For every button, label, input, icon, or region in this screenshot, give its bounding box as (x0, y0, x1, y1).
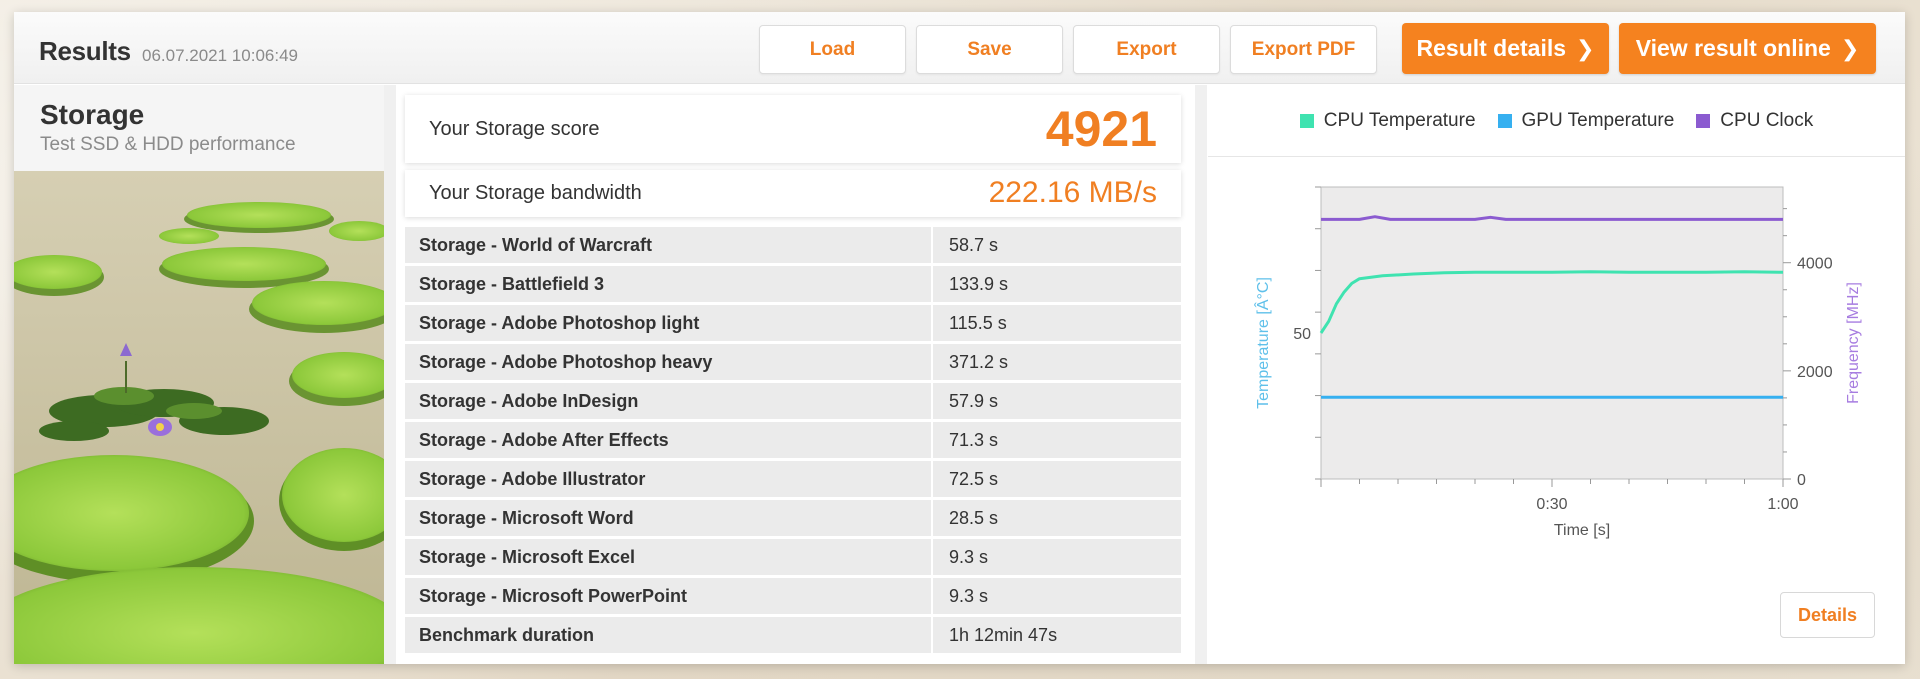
score-value: 4921 (1045, 101, 1157, 157)
result-name: Storage - Microsoft PowerPoint (405, 578, 931, 614)
table-row: Storage - World of Warcraft 58.7 s (405, 227, 1181, 263)
panel-divider (384, 85, 396, 664)
result-value: 115.5 s (933, 305, 1181, 341)
result-timestamp: 06.07.2021 10:06:49 (142, 46, 298, 65)
results-header: Results 06.07.2021 10:06:49 Load Save Ex… (14, 12, 1905, 84)
bandwidth-label: Your Storage bandwidth (429, 182, 642, 204)
legend-swatch (1299, 113, 1314, 128)
x-tick-label: 1:00 (1767, 496, 1798, 513)
result-value: 371.2 s (933, 344, 1181, 380)
table-row: Storage - Adobe After Effects 71.3 s (405, 422, 1181, 458)
view-result-online-label: View result online (1635, 35, 1831, 61)
bandwidth-value: 222.16 MB/s (988, 176, 1157, 209)
result-value: 58.7 s (933, 227, 1181, 263)
load-button[interactable]: Load (759, 25, 906, 74)
table-row: Storage - Adobe Photoshop heavy 371.2 s (405, 344, 1181, 380)
y-left-axis-label: Temperature [Â°C] (1253, 277, 1272, 409)
x-tick-label: 0:30 (1536, 496, 1567, 513)
result-name: Benchmark duration (405, 617, 931, 653)
result-value: 133.9 s (933, 266, 1181, 302)
result-details-label: Result details (1416, 35, 1567, 61)
test-hero-image (14, 171, 384, 664)
result-value: 28.5 s (933, 500, 1181, 536)
panel-divider (1195, 85, 1207, 664)
test-subtitle: Test SSD & HDD performance (40, 134, 296, 155)
chart-legend: CPU Temperature GPU Temperature CPU Cloc… (1208, 85, 1905, 157)
y-left-tick-label: 50 (1293, 326, 1311, 343)
table-row: Storage - Adobe Photoshop light 115.5 s (405, 305, 1181, 341)
monitoring-panel: CPU Temperature GPU Temperature CPU Cloc… (1208, 85, 1905, 664)
result-value: 9.3 s (933, 578, 1181, 614)
view-result-online-button[interactable]: View result online ❯ (1619, 23, 1876, 74)
export-button[interactable]: Export (1073, 25, 1220, 74)
table-row: Benchmark duration 1h 12min 47s (405, 617, 1181, 653)
monitoring-chart: 0:30 1:00 50 0 2000 4000 Time [s] Temperature [… (1253, 186, 1862, 539)
result-value: 57.9 s (933, 383, 1181, 419)
result-value: 72.5 s (933, 461, 1181, 497)
storage-bandwidth-box: Your Storage bandwidth 222.16 MB/s (405, 170, 1181, 217)
table-row: Storage - Battlefield 3 133.9 s (405, 266, 1181, 302)
result-name: Storage - Microsoft Excel (405, 539, 931, 575)
y-right-tick-label: 0 (1797, 472, 1806, 489)
result-details-button[interactable]: Result details ❯ (1402, 23, 1609, 74)
legend-label: CPU Clock (1720, 109, 1814, 131)
details-button[interactable]: Details (1780, 592, 1875, 638)
x-axis-label: Time [s] (1554, 522, 1610, 539)
table-row: Storage - Microsoft PowerPoint 9.3 s (405, 578, 1181, 614)
legend-swatch (1497, 113, 1512, 128)
result-name: Storage - Battlefield 3 (405, 266, 931, 302)
legend-label: CPU Temperature (1323, 109, 1476, 131)
score-label: Your Storage score (429, 118, 600, 140)
export-pdf-button[interactable]: Export PDF (1230, 25, 1377, 74)
result-value: 1h 12min 47s (933, 617, 1181, 653)
legend-label: GPU Temperature (1521, 109, 1675, 131)
plot-area (1320, 186, 1784, 480)
water-lily-illustration (14, 171, 384, 664)
result-name: Storage - Adobe After Effects (405, 422, 931, 458)
table-row: Storage - Microsoft Word 28.5 s (405, 500, 1181, 536)
y-right-tick-label: 4000 (1797, 256, 1833, 273)
result-value: 71.3 s (933, 422, 1181, 458)
legend-swatch (1696, 113, 1711, 128)
page-title: Results (39, 36, 131, 66)
results-window: Results 06.07.2021 10:06:49 Load Save Ex… (14, 12, 1905, 664)
chevron-right-icon: ❯ (1840, 35, 1860, 61)
legend-item-cpu-clock[interactable]: CPU Clock (1696, 110, 1813, 132)
result-name: Storage - Microsoft Word (405, 500, 931, 536)
table-row: Storage - Microsoft Excel 9.3 s (405, 539, 1181, 575)
test-title: Storage (40, 99, 145, 130)
score-panel: Your Storage score 4921 Your Storage ban… (405, 95, 1181, 664)
result-name: Storage - Adobe Photoshop heavy (405, 344, 931, 380)
y-right-tick-label: 2000 (1797, 364, 1833, 381)
legend-item-cpu-temperature[interactable]: CPU Temperature (1299, 109, 1476, 132)
result-name: Storage - Adobe Photoshop light (405, 305, 931, 341)
y-right-axis-label: Frequency [MHz] (1845, 282, 1862, 404)
save-button[interactable]: Save (916, 25, 1063, 74)
table-row: Storage - Adobe InDesign 57.9 s (405, 383, 1181, 419)
chevron-right-icon: ❯ (1576, 35, 1595, 61)
legend-item-gpu-temperature[interactable]: GPU Temperature (1497, 109, 1675, 132)
storage-score-box: Your Storage score 4921 (405, 95, 1181, 163)
table-row: Storage - Adobe Illustrator 72.5 s (405, 461, 1181, 497)
result-name: Storage - World of Warcraft (405, 227, 931, 263)
result-value: 9.3 s (933, 539, 1181, 575)
result-name: Storage - Adobe InDesign (405, 383, 931, 419)
result-name: Storage - Adobe Illustrator (405, 461, 931, 497)
test-info-panel: Storage Test SSD & HDD performance (14, 85, 384, 664)
